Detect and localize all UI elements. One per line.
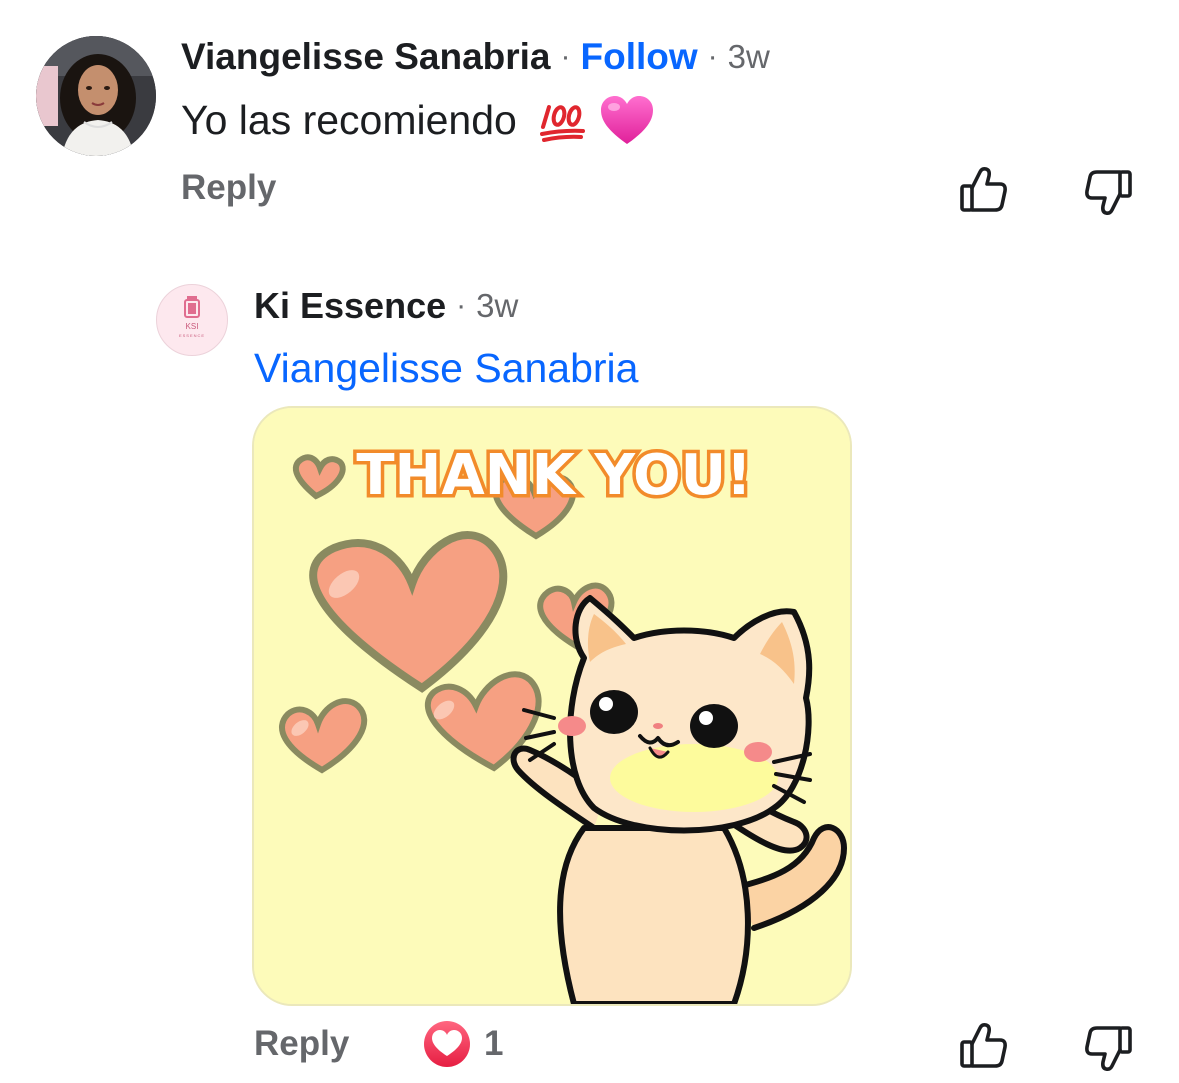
avatar-logo-subtext: ESSENCE xyxy=(179,333,205,338)
author-name[interactable]: Viangelisse Sanabria xyxy=(181,36,551,78)
avatar-commenter[interactable] xyxy=(36,36,156,156)
comment-header: Viangelisse Sanabria · Follow · 3w xyxy=(181,34,770,80)
thumbs-down-icon[interactable] xyxy=(1082,1022,1134,1074)
comment-text: Yo las recomiendo xyxy=(181,96,517,143)
separator-dot: · xyxy=(456,289,467,322)
pink-heart-emoji xyxy=(599,94,655,146)
love-reaction-icon xyxy=(422,1019,472,1069)
sticker-title: THANK YOU! xyxy=(356,443,751,508)
thumbs-down-icon[interactable] xyxy=(1082,166,1134,218)
reaction-count: 1 xyxy=(484,1024,504,1063)
reaction-summary[interactable]: 1 xyxy=(422,1018,503,1070)
mention-link[interactable]: Viangelisse Sanabria xyxy=(254,340,638,396)
avatar-logo-text: KSI xyxy=(186,322,199,331)
avatar-ki-essence[interactable]: KSI ESSENCE xyxy=(156,284,228,356)
reply-header: Ki Essence · 3w xyxy=(254,284,518,328)
comment-time: 3w xyxy=(727,38,770,75)
comment-body: Yo las recomiendo xyxy=(181,92,655,148)
reply-author-name[interactable]: Ki Essence xyxy=(254,285,446,327)
separator-dot: · xyxy=(560,40,571,73)
thumbs-up-icon[interactable] xyxy=(958,164,1010,216)
hundred-points-emoji xyxy=(539,97,589,143)
reply-button[interactable]: Reply xyxy=(181,168,276,208)
thumbs-up-icon[interactable] xyxy=(958,1020,1010,1072)
follow-button[interactable]: Follow xyxy=(581,36,698,78)
thank-you-sticker[interactable]: THANK YOU! xyxy=(252,406,852,1006)
separator-dot: · xyxy=(707,40,718,73)
reply-time: 3w xyxy=(476,287,519,324)
reply-button-2[interactable]: Reply xyxy=(254,1024,349,1064)
